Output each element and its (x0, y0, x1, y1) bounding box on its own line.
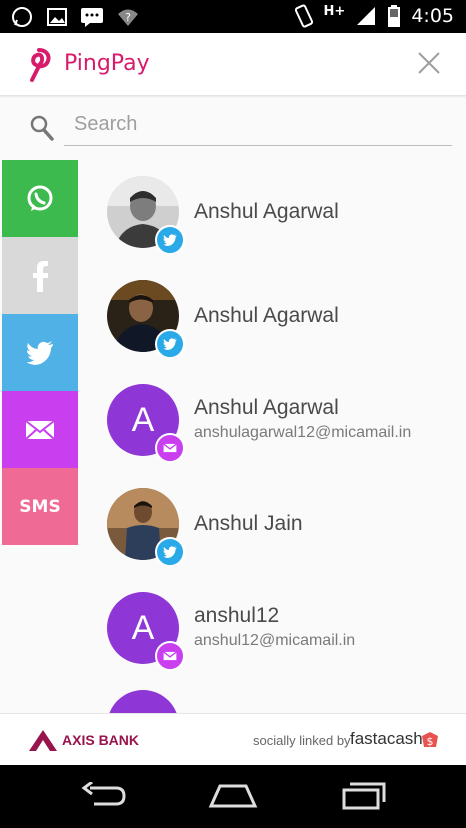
contact-row[interactable]: A Anshul Agarwal anshulagarwal12@micamai… (80, 370, 466, 474)
wifi-question-icon: ? (118, 9, 138, 26)
share-email-button[interactable] (2, 391, 78, 468)
signal-icon (357, 7, 376, 25)
contact-row[interactable]: Anshul Jain (80, 474, 466, 578)
contact-email: anshul12@micamail.in (194, 632, 356, 649)
contact-row[interactable]: Anshul Agarwal (80, 162, 466, 266)
network-type: H+ (323, 3, 346, 19)
fastacash-brand: fastacash (350, 729, 423, 748)
share-whatsapp-button[interactable] (2, 160, 78, 237)
svg-text:?: ? (125, 11, 131, 24)
avatar: A (107, 690, 179, 713)
contact-name: Anshul Agarwal (194, 396, 339, 419)
contact-name: Anshul Agarwal (194, 304, 339, 327)
battery-icon (388, 5, 401, 27)
contact-name: Anshul Jain (194, 512, 303, 535)
axis-bank-logo-icon (29, 730, 57, 751)
twitter-icon (26, 340, 53, 365)
whatsapp-notification-icon (12, 7, 32, 27)
contact-name: Anshul Agarwal (194, 200, 339, 223)
whatsapp-icon (27, 185, 53, 211)
bank-name: AXIS BANK (62, 732, 140, 748)
facebook-icon (33, 260, 48, 292)
twitter-icon (155, 225, 185, 255)
share-sms-button[interactable]: SMS (2, 468, 78, 545)
vibrate-icon (294, 4, 313, 28)
footer: AXIS BANK socially linked by fastacash $ (0, 713, 466, 766)
navigation-bar (0, 765, 466, 828)
app-title: PingPay (64, 51, 150, 76)
email-icon (25, 419, 55, 440)
contact-row[interactable]: A anshul12 anshul12@micamail.in (80, 578, 466, 682)
close-icon[interactable] (418, 52, 440, 74)
socially-linked-text: socially linked by (253, 733, 351, 748)
contact-name: anshul12 (194, 604, 280, 627)
home-button-icon[interactable] (208, 782, 258, 810)
gallery-notification-icon (47, 8, 67, 26)
svg-text:$: $ (427, 735, 434, 748)
fastacash-logo-icon: $ (422, 732, 438, 748)
message-notification-icon (81, 8, 103, 27)
share-twitter-button[interactable] (2, 314, 78, 391)
twitter-icon (155, 537, 185, 567)
status-bar: ? H+ 4:05 (0, 0, 466, 33)
clock: 4:05 (411, 5, 454, 27)
share-facebook-button[interactable] (2, 237, 78, 314)
sms-label: SMS (19, 496, 61, 517)
search-input[interactable] (64, 104, 452, 146)
twitter-icon (155, 329, 185, 359)
mail-icon (155, 433, 185, 463)
contact-row[interactable]: A (80, 676, 466, 713)
mail-icon (155, 641, 185, 671)
app-header: PingPay (0, 33, 466, 96)
contact-row[interactable]: Anshul Agarwal (80, 266, 466, 370)
pingpay-logo-icon (30, 48, 51, 82)
contact-email: anshulagarwal12@micamail.in (194, 424, 412, 441)
back-button-icon[interactable] (80, 782, 128, 810)
recent-apps-button-icon[interactable] (340, 782, 386, 810)
search-icon (30, 115, 54, 141)
